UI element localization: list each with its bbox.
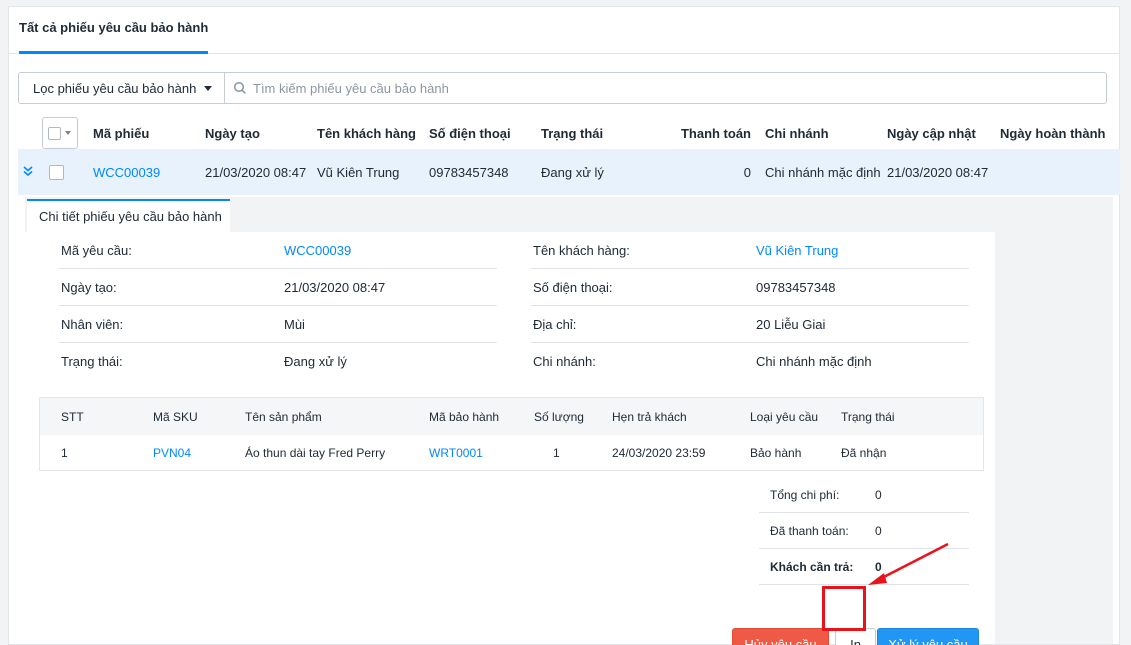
info-value: Chi nhánh mặc định — [756, 354, 872, 369]
info-row-address: Địa chỉ: 20 Liễu Giai — [531, 306, 969, 343]
search-input[interactable] — [253, 80, 1053, 96]
search-icon — [233, 81, 247, 95]
cancel-request-button[interactable]: Hủy yêu cầu — [732, 628, 829, 645]
items-header: STT Mã SKU Tên sản phẩm Mã bảo hành Số l… — [40, 398, 983, 435]
info-label: Địa chỉ: — [533, 316, 577, 332]
info-row-branch: Chi nhánh: Chi nhánh mặc định — [531, 343, 969, 380]
info-row-staff: Nhân viên: Mùi — [59, 306, 497, 343]
summary-label: Tổng chi phí: — [770, 487, 840, 502]
list-item: 1 PVN04 Áo thun dài tay Fred Perry WRT00… — [40, 435, 983, 471]
double-chevron-down-icon[interactable] — [22, 165, 34, 177]
item-product: Áo thun dài tay Fred Perry — [245, 446, 386, 460]
row-created: 21/03/2020 08:47 — [205, 164, 307, 180]
summary-label: Đã thanh toán: — [770, 523, 849, 538]
items-col-due: Hẹn trả khách — [612, 409, 687, 424]
row-code-link[interactable]: WCC00039 — [93, 149, 160, 195]
info-label: Trạng thái: — [61, 354, 123, 369]
col-created: Ngày tạo — [205, 125, 260, 141]
summary-total: Tổng chi phí: 0 — [759, 477, 969, 513]
filter-dropdown-button[interactable]: Lọc phiếu yêu cầu bảo hành — [19, 73, 225, 103]
col-payment: Thanh toán — [680, 125, 751, 141]
col-status: Trạng thái — [541, 125, 604, 141]
info-label: Số điện thoại: — [533, 279, 613, 295]
info-value: Mùi — [284, 316, 305, 332]
row-status: Đang xử lý — [541, 164, 604, 180]
info-label: Nhân viên: — [61, 316, 124, 332]
row-checkbox[interactable] — [49, 165, 64, 180]
caret-down-icon — [204, 85, 213, 91]
info-value: 09783457348 — [756, 279, 836, 295]
filter-label: Lọc phiếu yêu cầu bảo hành — [33, 80, 197, 96]
col-updated: Ngày cập nhật — [887, 125, 976, 141]
item-warranty-link[interactable]: WRT0001 — [429, 435, 483, 471]
info-label: Tên khách hàng: — [533, 242, 630, 258]
items-col-type: Loại yêu cầu — [750, 409, 819, 424]
table-header: Mã phiếu Ngày tạo Tên khách hàng Số điện… — [18, 117, 1120, 149]
info-value: 21/03/2020 08:47 — [284, 279, 386, 295]
select-all-checkbox[interactable] — [42, 117, 78, 149]
items-col-warranty: Mã bảo hành — [429, 409, 500, 424]
info-row-phone: Số điện thoại: 09783457348 — [531, 269, 969, 306]
annotation-arrow-icon — [868, 542, 949, 585]
info-label: Mã yêu cầu: — [61, 242, 132, 258]
col-phone: Số điện thoại — [429, 125, 511, 141]
search-box — [225, 73, 1106, 103]
request-code-link[interactable]: WCC00039 — [284, 243, 351, 258]
process-request-button[interactable]: Xử lý yêu cầu — [877, 628, 979, 645]
detail-panel: Mã yêu cầu: WCC00039 Ngày tạo: 21/03/202… — [25, 232, 995, 645]
info-row-code: Mã yêu cầu: WCC00039 — [59, 232, 497, 269]
item-type: Bảo hành — [750, 446, 802, 460]
items-col-stt: STT — [61, 409, 84, 424]
col-branch: Chi nhánh — [765, 125, 829, 141]
items-table: STT Mã SKU Tên sản phẩm Mã bảo hành Số l… — [39, 397, 984, 471]
info-label: Ngày tạo: — [61, 279, 117, 295]
row-branch: Chi nhánh mặc định — [765, 164, 881, 180]
items-col-qty: Số lượng — [534, 409, 584, 424]
item-due: 24/03/2020 23:59 — [612, 446, 706, 460]
item-status: Đã nhận — [841, 446, 887, 460]
items-col-status: Trạng thái — [841, 409, 895, 424]
caret-down-icon — [65, 131, 71, 135]
col-code: Mã phiếu — [93, 125, 150, 141]
item-qty: 1 — [553, 446, 560, 460]
row-phone: 09783457348 — [429, 164, 509, 180]
col-customer: Tên khách hàng — [317, 125, 416, 141]
info-value: Đang xử lý — [284, 354, 347, 369]
info-row-customer: Tên khách hàng: Vũ Kiên Trung — [531, 232, 969, 269]
row-updated: 21/03/2020 08:47 — [887, 164, 989, 180]
table-row[interactable]: WCC00039 21/03/2020 08:47 Vũ Kiên Trung … — [18, 149, 1120, 195]
item-sku-link[interactable]: PVN04 — [153, 435, 191, 471]
items-col-sku: Mã SKU — [153, 409, 198, 424]
row-customer: Vũ Kiên Trung — [317, 164, 400, 180]
item-stt: 1 — [61, 446, 68, 460]
highlight-box — [822, 586, 866, 631]
summary-value: 0 — [875, 487, 882, 502]
info-label: Chi nhánh: — [533, 354, 596, 369]
items-col-product: Tên sản phẩm — [245, 409, 322, 424]
tab-request-detail[interactable]: Chi tiết phiếu yêu cầu bảo hành — [27, 199, 230, 232]
summary-label: Khách cần trả: — [770, 559, 854, 574]
customer-link[interactable]: Vũ Kiên Trung — [756, 243, 838, 258]
row-payment: 0 — [743, 164, 751, 180]
tab-bar: Tất cả phiếu yêu cầu bảo hành — [9, 7, 1119, 54]
info-value: 20 Liễu Giai — [756, 316, 826, 332]
info-row-status: Trạng thái: Đang xử lý — [59, 343, 497, 380]
tab-all-requests[interactable]: Tất cả phiếu yêu cầu bảo hành — [19, 7, 209, 54]
info-row-created: Ngày tạo: 21/03/2020 08:47 — [59, 269, 497, 306]
col-completed: Ngày hoàn thành — [1000, 125, 1106, 141]
checkbox-icon — [48, 126, 61, 140]
filter-search-bar: Lọc phiếu yêu cầu bảo hành — [18, 72, 1107, 104]
